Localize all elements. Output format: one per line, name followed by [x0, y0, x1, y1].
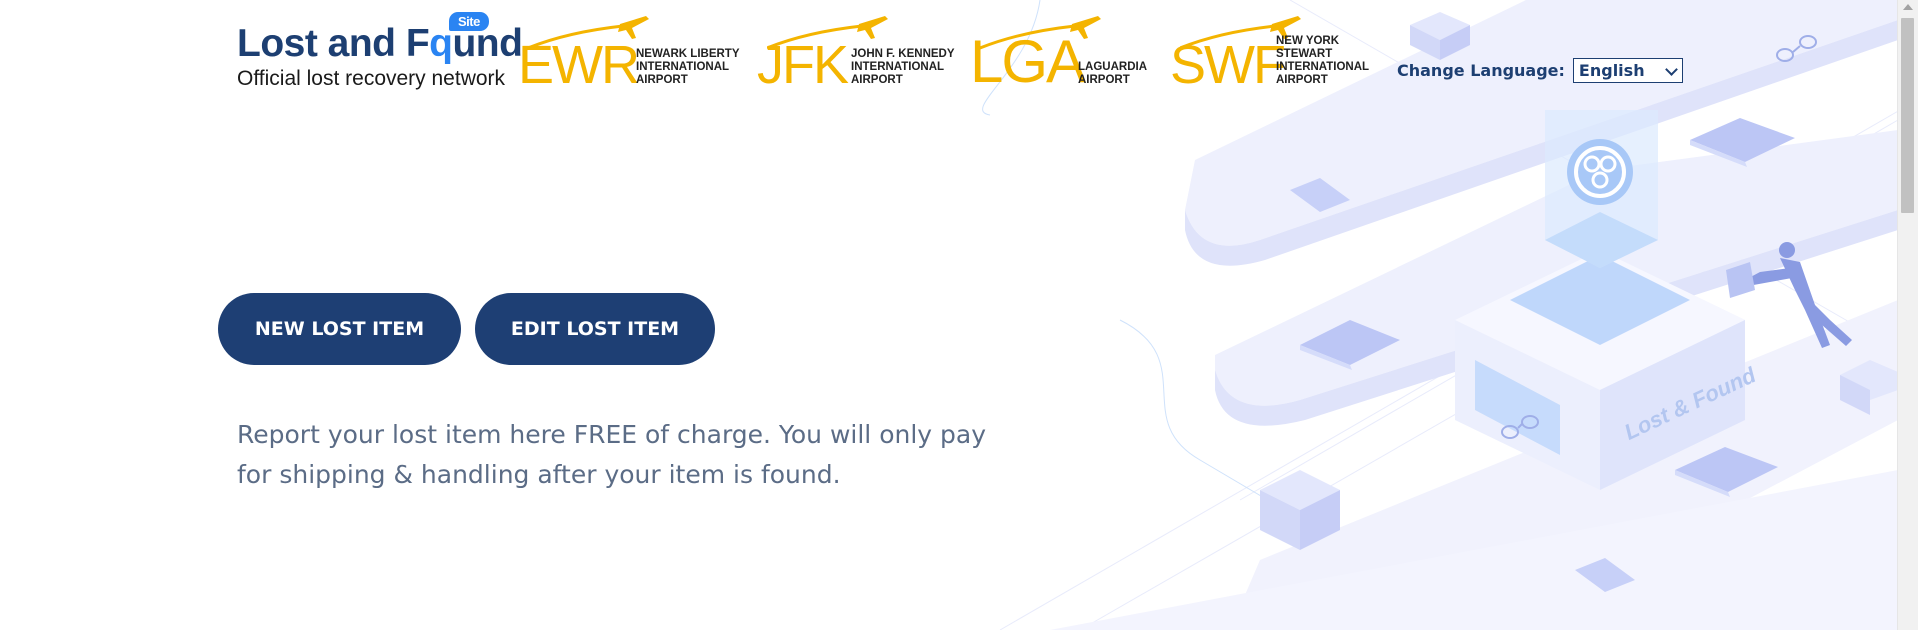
brand-subtitle: Official lost recovery network: [237, 67, 506, 90]
language-selected-value: English: [1578, 61, 1645, 80]
edit-lost-item-button[interactable]: EDIT LOST ITEM: [475, 293, 715, 365]
airport-logo-swf[interactable]: SWF NEW YORK STEWART INTERNATIONAL AIRPO…: [1170, 10, 1392, 100]
new-lost-item-button[interactable]: NEW LOST ITEM: [218, 293, 461, 365]
site-badge: Site: [449, 12, 489, 31]
airport-name: JOHN F. KENNEDY INTERNATIONAL AIRPORT: [851, 48, 955, 86]
brand-title: Lost and Fqund Site: [237, 12, 523, 65]
airport-name: NEW YORK STEWART INTERNATIONAL AIRPORT: [1276, 35, 1370, 86]
scroll-up-arrow-icon[interactable]: [1903, 4, 1913, 10]
language-label: Change Language:: [1397, 61, 1565, 80]
language-select[interactable]: English: [1572, 58, 1683, 83]
chevron-down-icon: [1665, 63, 1678, 76]
site-header: Lost and Fqund Site Official lost recove…: [0, 0, 1898, 110]
page-scrollbar[interactable]: [1897, 0, 1918, 630]
airport-name: NEWARK LIBERTY INTERNATIONAL AIRPORT: [636, 48, 740, 86]
airport-logo-lga[interactable]: LGA LAGUARDIA AIRPORT: [970, 10, 1158, 100]
airport-logo-jfk[interactable]: JFK JOHN F. KENNEDY INTERNATIONAL AIRPOR…: [757, 10, 957, 100]
airport-code: EWR: [518, 35, 640, 95]
airport-code: SWF: [1170, 35, 1286, 95]
airport-code: JFK: [757, 35, 849, 95]
intro-description: Report your lost item here FREE of charg…: [237, 420, 987, 489]
airport-code: LGA: [970, 28, 1086, 95]
site-logo[interactable]: Lost and Fqund Site Official lost recove…: [237, 12, 523, 91]
scrollbar-thumb[interactable]: [1901, 18, 1914, 213]
airport-logo-ewr[interactable]: EWR NEWARK LIBERTY INTERNATIONAL AIRPORT: [518, 10, 740, 100]
language-switcher: Change Language: English: [1397, 58, 1683, 83]
airport-name: LAGUARDIA AIRPORT: [1078, 61, 1147, 86]
